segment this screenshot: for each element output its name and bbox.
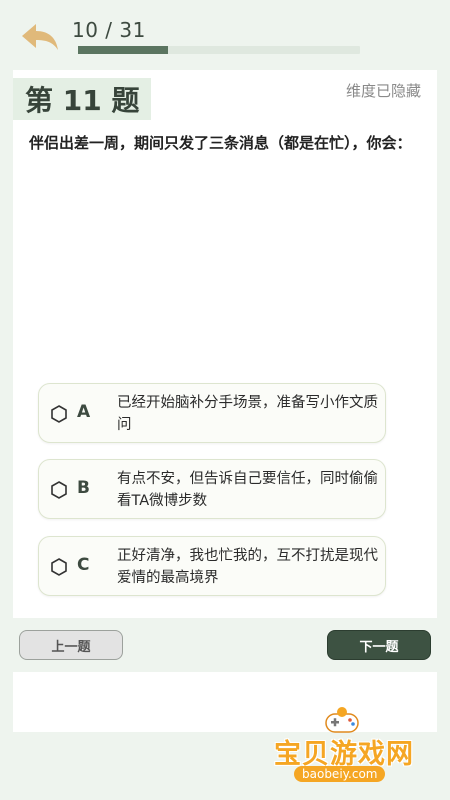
option-letter: C: [77, 555, 90, 575]
option-a[interactable]: A 已经开始脑补分手场景，准备写小作文质问: [38, 383, 386, 443]
watermark-logo: 宝贝游戏网 baobeiy.com: [268, 702, 420, 786]
dimension-status: 维度已隐藏: [345, 82, 421, 100]
question-number: 第 11 题: [13, 78, 151, 120]
option-text: 正好清净，我也忙我的，互不打扰是现代爱情的最高境界: [117, 548, 378, 586]
hexagon-icon: [51, 558, 67, 576]
progress-counter: 10 / 31: [72, 18, 146, 42]
top-bar: 10 / 31: [0, 0, 450, 68]
prev-question-button[interactable]: 上一题: [19, 630, 123, 660]
option-b[interactable]: B 有点不安，但告诉自己要信任，同时偷偷看TA微博步数: [38, 459, 386, 519]
option-c[interactable]: C 正好清净，我也忙我的，互不打扰是现代爱情的最高境界: [38, 536, 386, 596]
option-text: 有点不安，但告诉自己要信任，同时偷偷看TA微博步数: [117, 471, 378, 509]
option-letter: A: [77, 402, 91, 422]
option-letter: B: [77, 478, 90, 498]
hexagon-icon: [51, 405, 67, 423]
progress-bar: [78, 46, 360, 54]
watermark-url: baobeiy.com: [294, 766, 386, 782]
back-button[interactable]: [18, 20, 62, 56]
progress-bar-fill: [78, 46, 169, 54]
option-text: 已经开始脑补分手场景，准备写小作文质问: [117, 395, 378, 433]
question-text: 伴侣出差一周，期间只发了三条消息（都是在忙），你会：: [29, 134, 412, 152]
back-arrow-icon: [22, 24, 58, 50]
next-question-button[interactable]: 下一题: [327, 630, 431, 660]
hexagon-icon: [51, 481, 67, 499]
